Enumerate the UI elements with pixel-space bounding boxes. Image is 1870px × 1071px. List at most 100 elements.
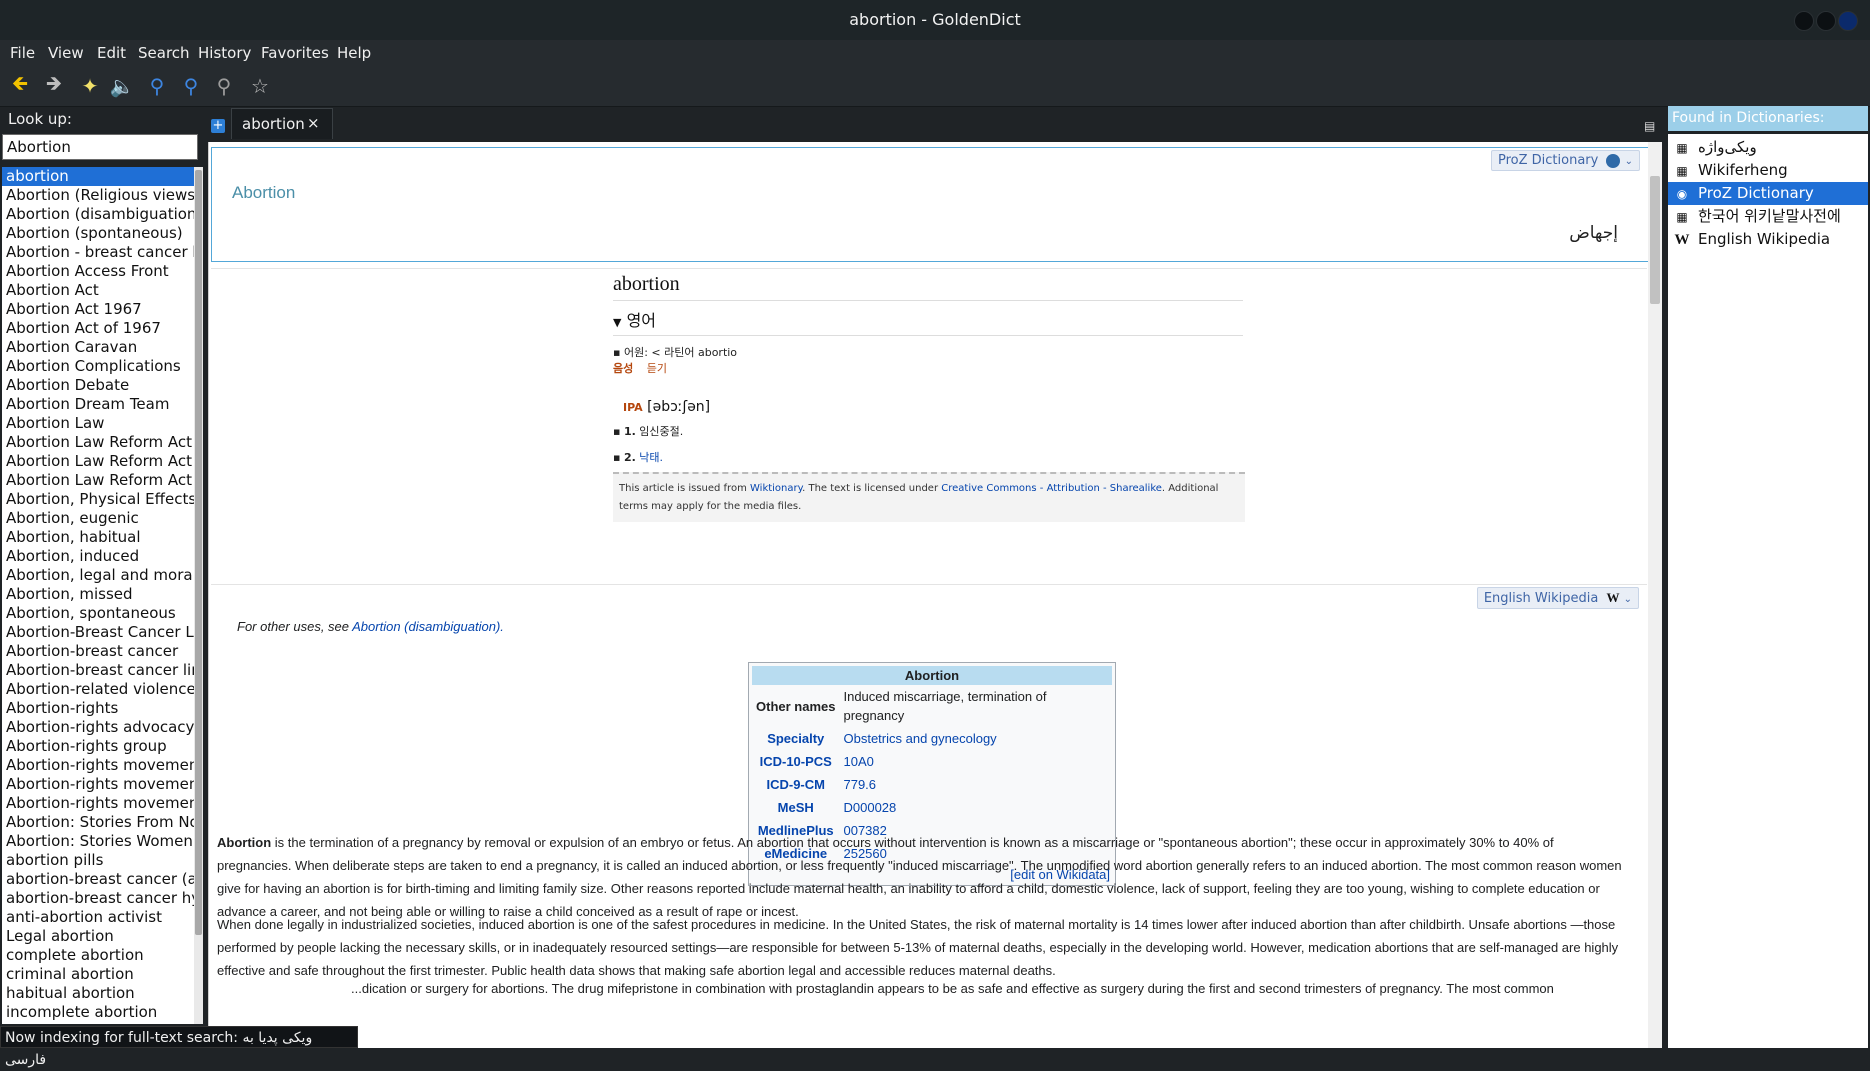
proz-dictionary-label[interactable]: ProZ Dictionary ⌄ xyxy=(1490,150,1640,171)
word-list-item[interactable]: Abortion Act 1967 xyxy=(2,300,194,319)
menu-search[interactable]: Search xyxy=(138,44,190,62)
tab-abortion[interactable]: abortion × xyxy=(231,108,333,139)
infobox-value[interactable]: 779.6 xyxy=(839,773,1112,796)
found-dictionaries-list[interactable]: ▦ ویکی‌واژه ▦ Wikiferheng ◉ ProZ Dictionary… xyxy=(1668,134,1868,1048)
menu-help[interactable]: Help xyxy=(337,44,371,62)
word-list-item[interactable]: Abortion Debate xyxy=(2,376,194,395)
infobox-key[interactable]: Specialty xyxy=(752,727,839,750)
word-list-item[interactable]: Abortion-rights xyxy=(2,699,194,718)
menu-history[interactable]: History xyxy=(198,44,251,62)
forward-arrow-icon[interactable]: 🡺 xyxy=(42,71,66,98)
word-list-item[interactable]: abortion-breast cancer (abc) xyxy=(2,870,194,889)
menu-edit[interactable]: Edit xyxy=(97,44,126,62)
word-list-item[interactable]: Abortion Law Reform Act 20 xyxy=(2,471,194,490)
dict-item-korean-wiktionary[interactable]: ▦ 한국어 위키낱말사전에 xyxy=(1668,205,1868,228)
listen-link[interactable]: 듣기 xyxy=(647,362,667,375)
lookup-input[interactable] xyxy=(2,134,198,160)
word-list-item[interactable]: Abortion Law Reform Act 20 xyxy=(2,433,194,452)
word-list-item[interactable]: Abortion-rights advocacy xyxy=(2,718,194,737)
tab-close-icon[interactable]: × xyxy=(307,114,320,132)
word-list-item[interactable]: Abortion Act of 1967 xyxy=(2,319,194,338)
word-list-item[interactable]: Abortion (Religious views) xyxy=(2,186,194,205)
minimize-button[interactable] xyxy=(1794,11,1814,31)
word-list-item[interactable]: abortion-breast cancer hypo xyxy=(2,889,194,908)
word-list-item[interactable]: Abortion-Breast Cancer Link xyxy=(2,623,194,642)
word-list-item[interactable]: habitual abortion xyxy=(2,984,194,1003)
menu-favorites[interactable]: Favorites xyxy=(261,44,329,62)
word-list-item[interactable]: Abortion, spontaneous xyxy=(2,604,194,623)
word-list-item[interactable]: Abortion Complications xyxy=(2,357,194,376)
article-view: ProZ Dictionary ⌄ Abortion إجهاض abortio… xyxy=(208,142,1649,1048)
word-list-item[interactable]: Abortion Access Front xyxy=(2,262,194,281)
word-list-item[interactable]: Abortion (spontaneous) xyxy=(2,224,194,243)
word-list-item[interactable]: Abortion, missed xyxy=(2,585,194,604)
word-list-item[interactable]: complete abortion xyxy=(2,946,194,965)
infobox-title: Abortion xyxy=(752,666,1112,685)
dict-item-english-wikipedia[interactable]: W English Wikipedia xyxy=(1668,228,1868,251)
word-list-item[interactable]: anti-abortion activist xyxy=(2,908,194,927)
close-window-button[interactable] xyxy=(1838,11,1858,31)
word-list-item[interactable]: Abortion Law Reform Act 20 xyxy=(2,452,194,471)
wiktionary-section-english[interactable]: ▼ 영어 xyxy=(613,307,1243,336)
new-tab-plus-icon[interactable]: + xyxy=(211,119,225,133)
infobox-value: Induced miscarriage, termination of preg… xyxy=(843,689,1047,723)
infobox-key[interactable]: ICD-9-CM xyxy=(752,773,839,796)
dict-item-persian-wiktionary[interactable]: ▦ ویکی‌واژه xyxy=(1668,136,1868,159)
article-scroll-thumb[interactable] xyxy=(1650,176,1660,304)
word-list-item[interactable]: Abortion, induced xyxy=(2,547,194,566)
word-list-item[interactable]: Abortion - breast cancer hyp xyxy=(2,243,194,262)
word-list-item[interactable]: Abortion, legal and moral iss xyxy=(2,566,194,585)
word-list-item[interactable]: abortion xyxy=(2,167,194,186)
word-list-item[interactable]: Abortion-rights group xyxy=(2,737,194,756)
menu-file[interactable]: File xyxy=(10,44,35,62)
word-list-item[interactable]: Abortion-rights movement i xyxy=(2,775,194,794)
word-list-item[interactable]: Abortion: Stories Women Te xyxy=(2,832,194,851)
english-wikipedia-label[interactable]: English Wikipedia W ⌄ xyxy=(1476,587,1639,609)
word-list-scroll-thumb[interactable] xyxy=(195,170,202,935)
wiktionary-link[interactable]: Wiktionary xyxy=(750,483,802,494)
menu-bar: File View Edit Search History Favorites … xyxy=(0,40,1870,68)
word-list-item[interactable]: Abortion-rights movements xyxy=(2,794,194,813)
wikipedia-hatnote: For other uses, see Abortion (disambigua… xyxy=(237,619,504,634)
back-arrow-icon[interactable]: 🡸 xyxy=(8,71,32,98)
disambiguation-link[interactable]: Abortion (disambiguation). xyxy=(352,619,504,634)
infobox-value[interactable]: 10A0 xyxy=(839,750,1112,773)
word-list-item[interactable]: abortion pills xyxy=(2,851,194,870)
word-list-item[interactable]: Abortion Law xyxy=(2,414,194,433)
wiktionary-license-note: This article is issued from Wiktionary. … xyxy=(613,472,1245,522)
dict-item-wikiferheng[interactable]: ▦ Wikiferheng xyxy=(1668,159,1868,182)
cc-license-link[interactable]: Creative Commons - Attribution - Shareal… xyxy=(941,483,1162,494)
word-list-item[interactable]: criminal abortion xyxy=(2,965,194,984)
word-list-item[interactable]: Abortion (disambiguation) xyxy=(2,205,194,224)
zoom-reset-icon[interactable]: ⚲ xyxy=(212,74,236,98)
maximize-button[interactable] xyxy=(1816,11,1836,31)
word-list-item[interactable]: Abortion Act xyxy=(2,281,194,300)
speaker-icon[interactable]: 🔈 xyxy=(110,74,135,98)
word-list-item[interactable]: Abortion Caravan xyxy=(2,338,194,357)
word-list-item[interactable]: Abortion-breast cancer link xyxy=(2,661,194,680)
word-list-item[interactable]: incomplete abortion xyxy=(2,1003,194,1022)
word-list-item[interactable]: Abortion-rights movement xyxy=(2,756,194,775)
zoom-in-icon[interactable]: ⚲ xyxy=(145,74,169,98)
infobox-value[interactable]: D000028 xyxy=(839,796,1112,819)
word-list[interactable]: abortion Abortion (Religious views) Aborti… xyxy=(2,167,194,1024)
word-list-item[interactable]: Abortion, Physical Effects of xyxy=(2,490,194,509)
tabs-menu-icon[interactable]: ▤ xyxy=(1644,119,1658,133)
infobox-key[interactable]: MeSH xyxy=(752,796,839,819)
word-list-item[interactable]: Abortion: Stories From Nortl xyxy=(2,813,194,832)
word-list-item[interactable]: Abortion-related violence xyxy=(2,680,194,699)
wikipedia-paragraph-1: Abortion is the termination of a pregnan… xyxy=(217,835,1622,919)
infobox-key[interactable]: ICD-10-PCS xyxy=(752,750,839,773)
favorite-star-icon[interactable]: ☆ xyxy=(248,74,272,98)
magic-wand-icon[interactable]: ✦ xyxy=(78,74,102,98)
dict-item-proz[interactable]: ◉ ProZ Dictionary xyxy=(1668,182,1868,205)
word-list-item[interactable]: Abortion Dream Team xyxy=(2,395,194,414)
word-list-item[interactable]: Abortion, eugenic xyxy=(2,509,194,528)
infobox-value[interactable]: Obstetrics and gynecology xyxy=(839,727,1112,750)
word-list-item[interactable]: Abortion, habitual xyxy=(2,528,194,547)
menu-view[interactable]: View xyxy=(48,44,84,62)
title-bar: abortion - GoldenDict xyxy=(0,0,1870,40)
word-list-item[interactable]: Abortion-breast cancer xyxy=(2,642,194,661)
word-list-item[interactable]: Legal abortion xyxy=(2,927,194,946)
zoom-out-icon[interactable]: ⚲ xyxy=(179,74,203,98)
